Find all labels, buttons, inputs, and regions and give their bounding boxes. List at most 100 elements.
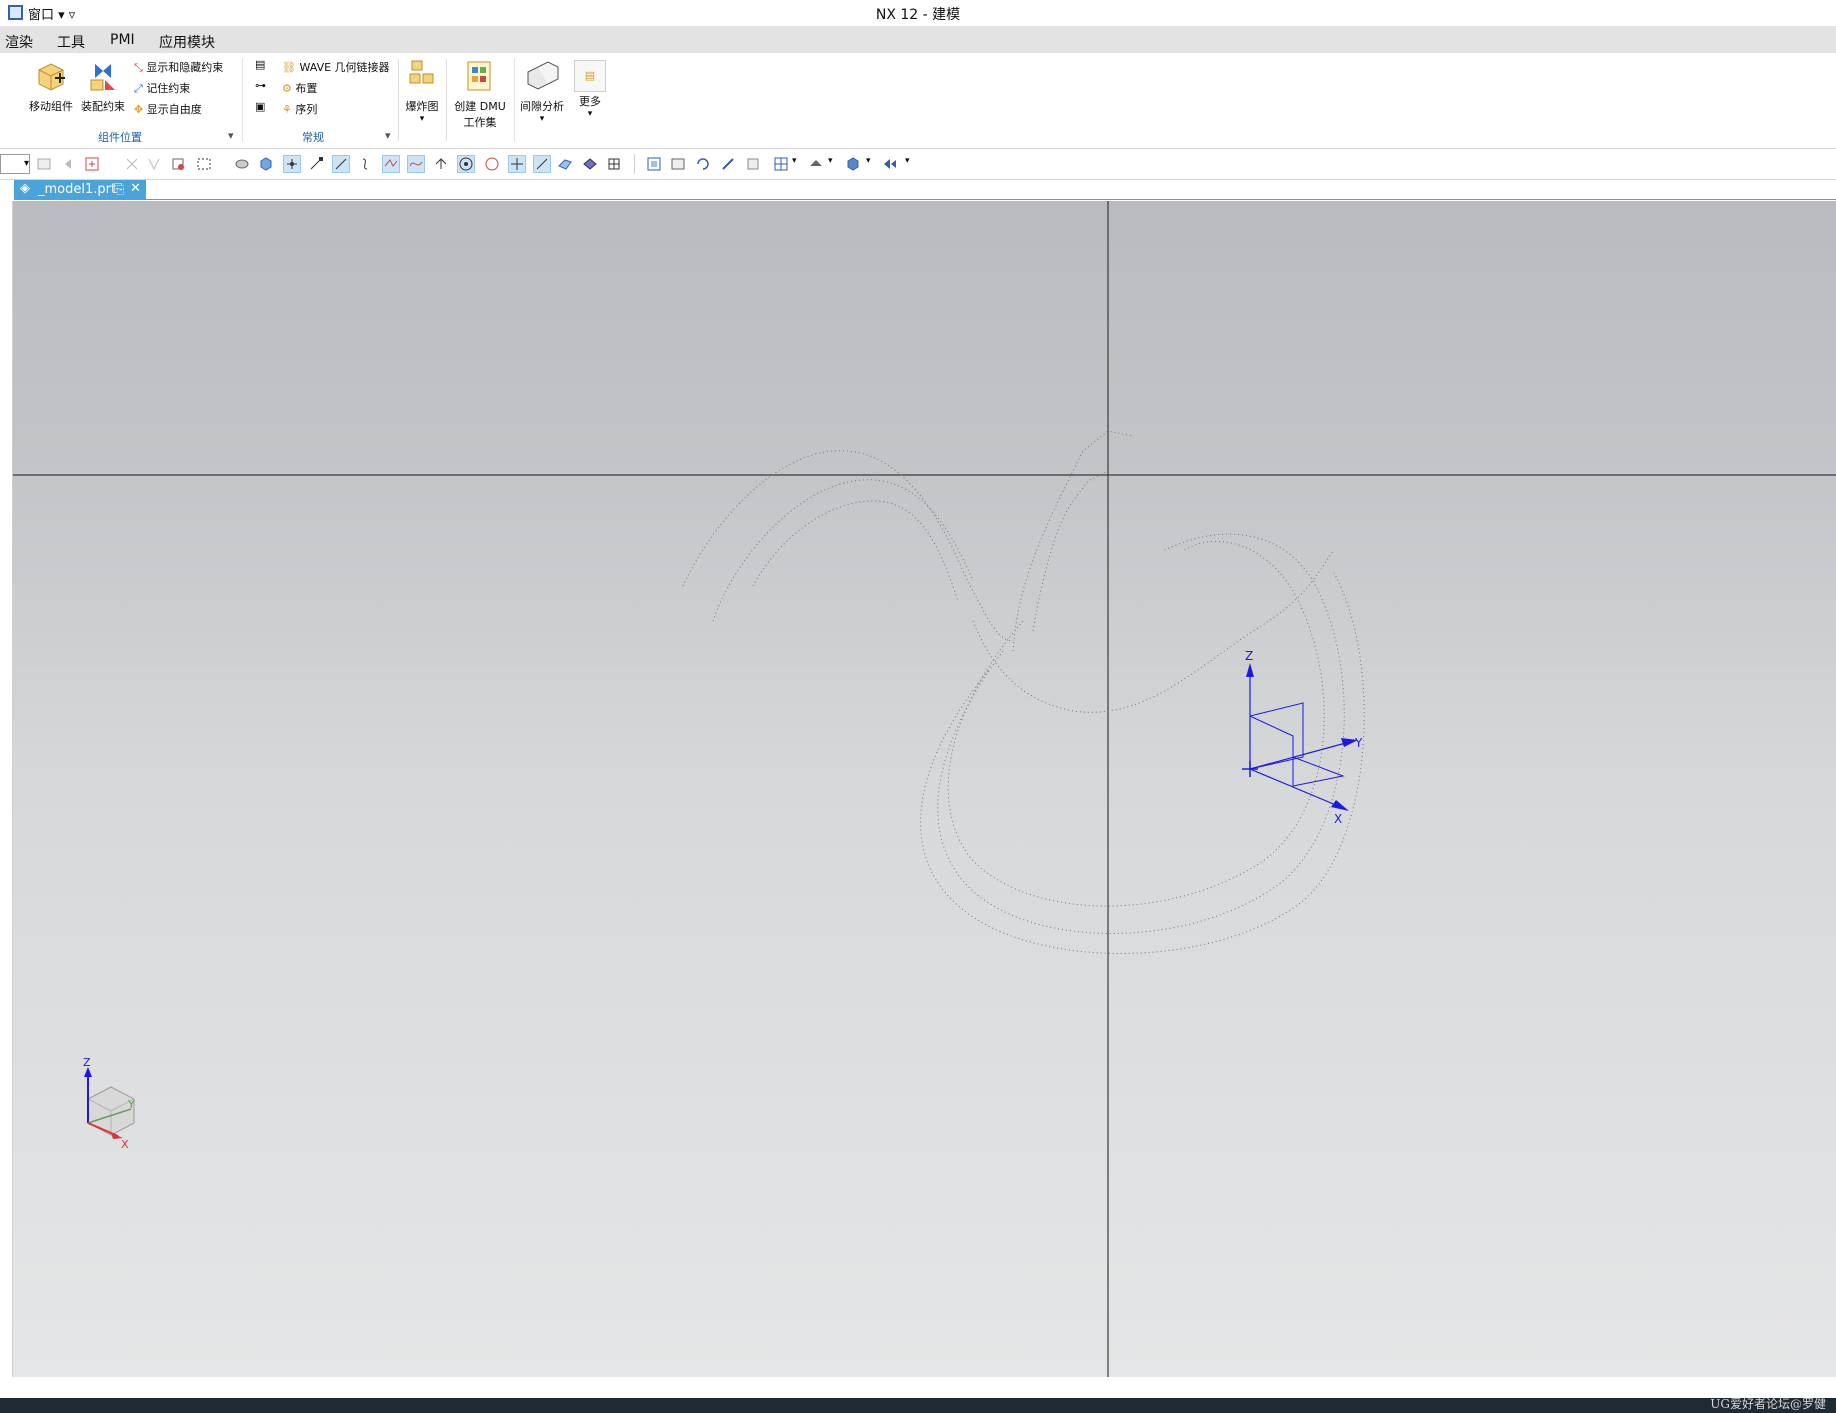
sequence-button[interactable]: ⚘ 序列 (282, 101, 317, 117)
menu-render[interactable]: 渲染 (5, 32, 33, 52)
watermark-text: UG爱好者论坛@罗健 (1710, 1397, 1826, 1411)
arrangement-icon: ⚙ (282, 82, 292, 95)
clearance-analysis-button[interactable]: 间隙分析 ▾ (517, 58, 567, 124)
solid-body-icon[interactable] (234, 156, 250, 172)
type-filter-dropdown[interactable]: ▾ (0, 154, 30, 174)
group-label-general: 常规 (302, 131, 324, 144)
tab-underline (146, 199, 1836, 200)
move-component-icon (38, 63, 65, 91)
pan-icon[interactable] (720, 156, 736, 172)
rotate-icon[interactable] (695, 156, 711, 172)
tangent-icon[interactable] (433, 156, 449, 172)
show-dof-label: 显示自由度 (146, 103, 202, 116)
sequence-label: 序列 (295, 103, 318, 116)
dropdown-arrow-icon[interactable]: ▾ (828, 156, 833, 166)
assembly-constraint-icon (90, 64, 115, 91)
graphics-window[interactable]: Z Y X Z Y X (13, 201, 1836, 1377)
remember-constraints-button[interactable]: ⤢ 记住约束 (134, 80, 190, 96)
clearance-analysis-icon (527, 61, 559, 90)
create-dmu-icon (467, 61, 491, 91)
title-bar: 窗口 ▾ ▿ NX 12 - 建模 (0, 0, 1836, 27)
group-expand-icon[interactable]: ▾ (228, 129, 234, 142)
exploded-view-button[interactable]: 爆炸图 ▾ (402, 58, 442, 124)
box-select-icon[interactable] (196, 156, 212, 172)
close-tab-icon[interactable]: ✕ (130, 181, 141, 196)
node-icon[interactable]: ⊶ (255, 79, 266, 92)
edit-section-icon[interactable] (882, 156, 898, 172)
shaded-cube-icon[interactable] (845, 156, 861, 172)
dropdown-arrow-icon[interactable]: ▾ (866, 156, 871, 166)
tab-model1[interactable]: ◈ _model1.prt ⎘ ✕ (14, 180, 146, 200)
move-component-label: 移动组件 (29, 100, 73, 113)
end-point-icon[interactable] (308, 156, 324, 172)
model-view: Z Y X Z Y X (13, 201, 1836, 1377)
dropdown-arrow-icon[interactable]: ▾ (792, 156, 797, 166)
control-point-icon[interactable] (357, 156, 373, 172)
cube-icon[interactable] (258, 156, 274, 172)
menu-application[interactable]: 应用模块 (159, 32, 215, 52)
ribbon-separator (398, 59, 399, 141)
dropdown-arrow-icon[interactable]: ▾ (570, 110, 610, 119)
arc-center-icon[interactable] (457, 155, 475, 173)
create-dmu-label-2: 工作集 (463, 116, 497, 129)
perspective-icon[interactable] (745, 156, 761, 172)
curve-point-icon[interactable] (407, 155, 425, 173)
dropdown-arrow-icon[interactable]: ▾ (402, 115, 442, 124)
show-hide-constraints-button[interactable]: ⤡ 显示和隐藏约束 (134, 59, 223, 75)
toolbar-separator (634, 154, 635, 174)
remember-constraints-label: 记住约束 (146, 82, 191, 95)
zoom-icon[interactable] (670, 156, 686, 172)
remember-constraints-icon: ⤢ (134, 82, 143, 95)
point-on-curve-icon[interactable] (533, 155, 551, 173)
tab-filename: _model1.prt (38, 182, 117, 197)
clearance-analysis-label: 间隙分析 (520, 100, 564, 113)
more-button[interactable]: ▤ 更多 ▾ (570, 58, 610, 119)
show-dof-button[interactable]: ✥ 显示自由度 (134, 101, 202, 117)
wcs-triad[interactable]: Z Y X (1242, 649, 1363, 826)
arrangement-button[interactable]: ⚙ 布置 (282, 80, 317, 96)
grid-icon[interactable] (606, 156, 622, 172)
fit-icon[interactable] (646, 156, 662, 172)
quadrant-point-icon[interactable] (484, 156, 500, 172)
render-style-icon[interactable] (808, 156, 824, 172)
ribbon-separator (446, 59, 447, 141)
move-component-button[interactable]: 移动组件 (26, 58, 76, 115)
ribbon-separator (242, 59, 243, 141)
dropdown-arrow-icon[interactable]: ▾ (517, 115, 567, 124)
taskbar: UG爱好者论坛@罗健 (0, 1397, 1836, 1413)
dropdown-arrow-icon[interactable]: ▾ (905, 156, 910, 166)
wcs-z-label: Z (1245, 649, 1253, 663)
view-y-label: Y (127, 1098, 135, 1111)
mid-point-icon[interactable] (332, 155, 350, 173)
assembly-constraint-button[interactable]: 装配约束 (78, 58, 128, 115)
wave-linker-icon: ⛓ (282, 61, 296, 74)
feature-select-icon[interactable] (146, 156, 162, 172)
create-dmu-button[interactable]: 创建 DMU 工作集 (450, 58, 510, 131)
filter-icon[interactable] (36, 156, 52, 172)
snap-point-icon[interactable] (283, 155, 301, 173)
bounded-grid-icon[interactable] (582, 156, 598, 172)
deselect-icon[interactable] (124, 156, 140, 172)
selection-toolbar: ▾ ▾ ▾ ▾ ▾ (0, 149, 1836, 180)
existing-point-icon[interactable] (508, 155, 526, 173)
orient-view-icon[interactable] (773, 156, 789, 172)
group-expand-icon[interactable]: ▾ (385, 129, 391, 142)
part-icon[interactable]: ▣ (255, 100, 265, 113)
copy-icon[interactable]: ▤ (255, 58, 265, 71)
wave-linker-button[interactable]: ⛓ WAVE 几何链接器 (282, 59, 390, 75)
view-z-label: Z (83, 1056, 91, 1069)
ribbon-separator (514, 59, 515, 141)
intersection-point-icon[interactable] (382, 155, 400, 173)
point-on-face-icon[interactable] (557, 156, 573, 172)
menu-tools[interactable]: 工具 (57, 32, 85, 52)
show-dof-icon: ✥ (134, 103, 144, 116)
menu-pmi[interactable]: PMI (110, 32, 135, 48)
component-select-icon[interactable] (170, 156, 186, 172)
select-all-icon[interactable] (84, 156, 100, 172)
create-dmu-label-1: 创建 DMU (454, 100, 506, 113)
menu-bar: 渲染 工具 PMI 应用模块 (0, 27, 1836, 53)
view-x-label: X (121, 1138, 129, 1151)
undo-selection-icon[interactable] (62, 156, 78, 172)
wcs-x-label: X (1334, 812, 1342, 826)
resource-bar[interactable] (0, 201, 13, 1377)
